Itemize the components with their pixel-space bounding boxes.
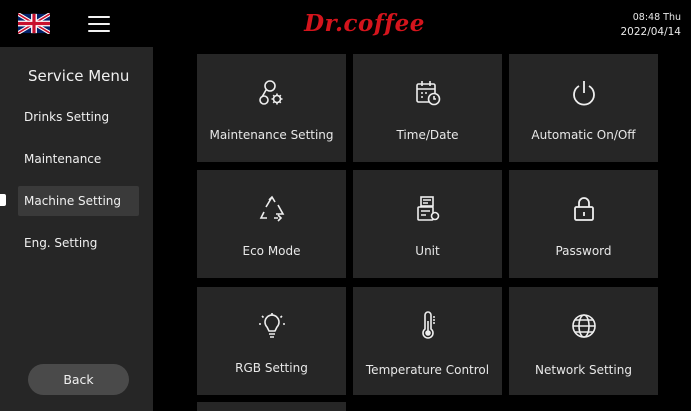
tile-label: Maintenance Setting xyxy=(209,128,334,142)
tile-label: Temperature Control xyxy=(365,363,490,377)
thermometer-icon xyxy=(421,311,435,339)
tile-time-date[interactable]: Time/Date xyxy=(353,54,502,162)
recycle-icon xyxy=(259,195,284,222)
tile-label: Eco Mode xyxy=(242,244,301,258)
tile-label: RGB Setting xyxy=(235,361,308,375)
tile-label: Time/Date xyxy=(396,128,459,142)
calendar-clock-icon xyxy=(415,81,440,106)
tile-eco-mode[interactable]: Eco Mode xyxy=(197,170,346,278)
sidebar-item-drinks-setting[interactable]: Drinks Setting xyxy=(18,102,139,132)
tile-label: Password xyxy=(555,244,612,258)
lock-icon xyxy=(573,197,594,221)
tile-partial xyxy=(197,402,346,411)
sidebar: Service Menu Drinks Setting Maintenance … xyxy=(0,47,153,411)
unit-icon xyxy=(416,196,439,221)
tile-unit[interactable]: Unit xyxy=(353,170,502,278)
clock-date: 2022/04/14 xyxy=(620,26,681,38)
uk-flag-icon[interactable] xyxy=(18,13,50,34)
top-bar: Dr.coffee 08:48 Thu 2022/04/14 xyxy=(0,0,691,47)
brand-logo: Dr.coffee xyxy=(304,10,425,37)
tile-temperature-control[interactable]: Temperature Control xyxy=(353,287,502,395)
sidebar-item-maintenance[interactable]: Maintenance xyxy=(18,144,139,174)
tile-label: Unit xyxy=(415,244,440,258)
sidebar-title: Service Menu xyxy=(28,67,130,85)
tile-password[interactable]: Password xyxy=(509,170,658,278)
tile-automatic-on-off[interactable]: Automatic On/Off xyxy=(509,54,658,162)
clock: 08:48 Thu 2022/04/14 xyxy=(620,11,681,39)
back-button[interactable]: Back xyxy=(28,364,129,395)
tile-label: Automatic On/Off xyxy=(531,128,636,142)
tile-maintenance-setting[interactable]: Maintenance Setting xyxy=(197,54,346,162)
lightbulb-icon xyxy=(258,313,285,338)
power-icon xyxy=(572,81,595,106)
globe-icon xyxy=(571,314,596,338)
active-indicator xyxy=(0,194,6,206)
tile-rgb-setting[interactable]: RGB Setting xyxy=(197,287,346,395)
hamburger-menu-icon[interactable] xyxy=(88,16,110,32)
tile-network-setting[interactable]: Network Setting xyxy=(509,287,658,395)
maintenance-icon xyxy=(258,80,282,105)
sidebar-item-machine-setting[interactable]: Machine Setting xyxy=(18,186,139,216)
clock-time: 08:48 Thu xyxy=(632,12,681,23)
tile-label: Network Setting xyxy=(535,363,632,377)
sidebar-item-eng-setting[interactable]: Eng. Setting xyxy=(18,228,139,258)
